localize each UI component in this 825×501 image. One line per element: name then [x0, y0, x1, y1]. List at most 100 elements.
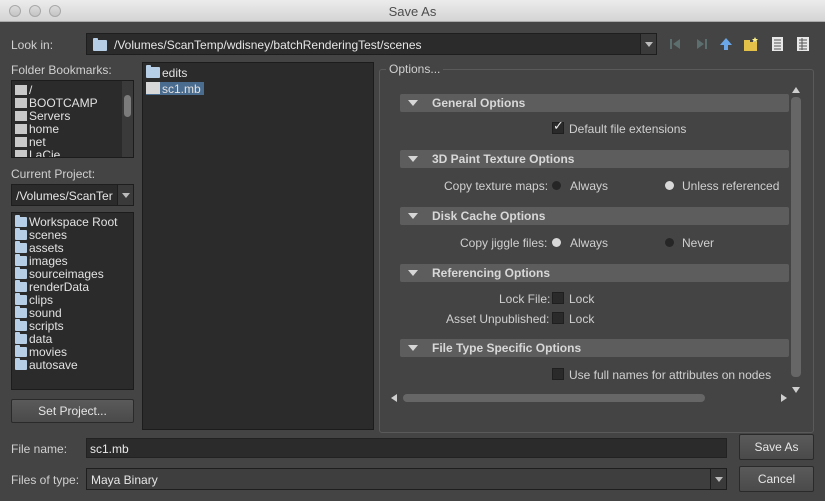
radio-always-jiggle[interactable] — [552, 238, 561, 247]
bookmark-item[interactable]: LaCie — [15, 148, 61, 158]
scroll-down-icon[interactable] — [792, 387, 800, 393]
file-item-sc1[interactable]: sc1.mb — [146, 82, 204, 96]
forward-arrow-icon[interactable] — [693, 36, 709, 52]
scroll-left-icon[interactable] — [391, 394, 397, 402]
copy-texture-label: Copy texture maps: — [444, 179, 549, 193]
section-file-type-options[interactable]: File Type Specific Options — [400, 339, 789, 357]
lock-file-checkbox[interactable] — [552, 292, 564, 304]
scroll-up-icon[interactable] — [792, 87, 800, 93]
bookmark-label: LaCie — [29, 148, 61, 158]
project-folder-label: images — [29, 254, 68, 268]
asset-unpublished-checkbox[interactable] — [552, 312, 564, 324]
files-of-type-combo[interactable]: Maya Binary — [86, 468, 727, 490]
scroll-right-icon[interactable] — [781, 394, 787, 402]
scrollbar-thumb[interactable] — [403, 394, 705, 402]
asset-unpublished-label: Asset Unpublished: — [446, 312, 550, 326]
current-project-combo[interactable]: /Volumes/ScanTer — [11, 184, 134, 206]
collapse-triangle-icon — [408, 156, 418, 162]
full-names-checkbox[interactable] — [552, 368, 564, 380]
project-folder-label: Workspace Root — [29, 215, 118, 229]
section-title: 3D Paint Texture Options — [432, 152, 575, 166]
project-folder-label: sourceimages — [29, 267, 104, 281]
back-arrow-icon[interactable] — [668, 36, 684, 52]
options-horizontal-scrollbar[interactable] — [389, 392, 789, 404]
title-bar: Save As — [0, 0, 825, 22]
scrollbar-thumb[interactable] — [124, 95, 131, 117]
bookmarks-scrollbar[interactable] — [122, 81, 133, 157]
collapse-triangle-icon — [408, 100, 418, 106]
project-folder-label: renderData — [29, 280, 90, 294]
project-folder-label: scripts — [29, 319, 64, 333]
network-icon — [15, 137, 27, 147]
window-title: Save As — [388, 4, 437, 19]
file-name-label: File name: — [11, 442, 68, 456]
file-item-edits[interactable]: edits — [146, 65, 187, 80]
chevron-down-icon[interactable] — [640, 34, 656, 54]
scrollbar-thumb[interactable] — [791, 97, 801, 377]
bookmark-label: Servers — [29, 109, 71, 123]
section-3d-paint-options[interactable]: 3D Paint Texture Options — [400, 150, 789, 168]
project-folder-item[interactable]: autosave — [15, 358, 78, 372]
project-folder-label: sound — [29, 306, 62, 320]
section-referencing-options[interactable]: Referencing Options — [400, 264, 789, 282]
bookmarks-list[interactable]: / BOOTCAMP Servers home net LaCie — [11, 80, 134, 158]
set-project-button[interactable]: Set Project... — [11, 399, 134, 423]
default-extensions-label: Default file extensions — [569, 122, 687, 136]
file-name-value: sc1.mb — [90, 442, 129, 456]
folder-icon — [15, 319, 27, 331]
folder-icon — [15, 254, 27, 266]
project-folder-label: data — [29, 332, 53, 346]
files-of-type-value: Maya Binary — [91, 473, 158, 487]
server-icon — [15, 111, 27, 121]
collapse-triangle-icon — [408, 213, 418, 219]
new-folder-icon[interactable] — [743, 36, 759, 52]
current-project-label: Current Project: — [11, 167, 96, 181]
folder-icon — [15, 358, 27, 370]
radio-never-jiggle[interactable] — [665, 238, 674, 247]
home-icon — [15, 124, 27, 134]
current-project-value: /Volumes/ScanTer — [16, 189, 113, 203]
options-vertical-scrollbar[interactable] — [790, 85, 802, 395]
project-folders-list[interactable]: Workspace Root scenes assets images sourceim… — [11, 212, 134, 390]
chevron-down-icon[interactable] — [117, 185, 133, 205]
project-folder-label: autosave — [29, 358, 78, 372]
collapse-triangle-icon — [408, 270, 418, 276]
folder-icon — [15, 241, 27, 253]
section-disk-cache-options[interactable]: Disk Cache Options — [400, 207, 789, 225]
file-browser[interactable]: edits sc1.mb — [142, 62, 374, 430]
radio-always-texture[interactable] — [552, 181, 561, 190]
bookmark-label: BOOTCAMP — [29, 96, 98, 110]
section-title: File Type Specific Options — [432, 341, 582, 355]
maya-file-icon — [146, 82, 160, 94]
look-in-path: /Volumes/ScanTemp/wdisney/batchRendering… — [114, 38, 422, 52]
section-general-options[interactable]: General Options — [400, 94, 789, 112]
folder-icon — [15, 332, 27, 344]
default-extensions-checkbox[interactable] — [552, 119, 564, 134]
folder-icon — [15, 345, 27, 357]
full-names-label: Use full names for attributes on nodes — [569, 368, 772, 382]
folder-icon — [146, 65, 160, 78]
look-in-label: Look in: — [11, 38, 54, 52]
save-as-dialog: Look in: /Volumes/ScanTemp/wdisney/batch… — [0, 23, 825, 501]
radio-never-jiggle-label: Never — [682, 236, 715, 250]
save-as-button[interactable]: Save As — [739, 434, 814, 460]
chevron-down-icon[interactable] — [710, 469, 726, 489]
up-arrow-icon[interactable] — [718, 36, 734, 52]
detail-view-icon[interactable] — [795, 36, 811, 52]
copy-jiggle-label: Copy jiggle files: — [460, 236, 548, 250]
folder-icon — [93, 38, 107, 51]
list-view-icon[interactable] — [770, 36, 786, 52]
look-in-combo[interactable]: /Volumes/ScanTemp/wdisney/batchRendering… — [86, 33, 657, 55]
radio-unless-referenced[interactable] — [665, 181, 674, 190]
project-folder-label: clips — [29, 293, 54, 307]
radio-always-texture-label: Always — [570, 179, 609, 193]
folder-icon — [15, 215, 27, 227]
cancel-button[interactable]: Cancel — [739, 466, 814, 492]
project-folder-label: movies — [29, 345, 68, 359]
asset-unpublished-checkbox-label: Lock — [569, 312, 595, 326]
drive-icon — [15, 85, 27, 95]
file-name-input[interactable]: sc1.mb — [86, 438, 727, 458]
folder-icon — [15, 267, 27, 279]
file-label: sc1.mb — [162, 82, 201, 96]
folder-icon — [15, 228, 27, 240]
